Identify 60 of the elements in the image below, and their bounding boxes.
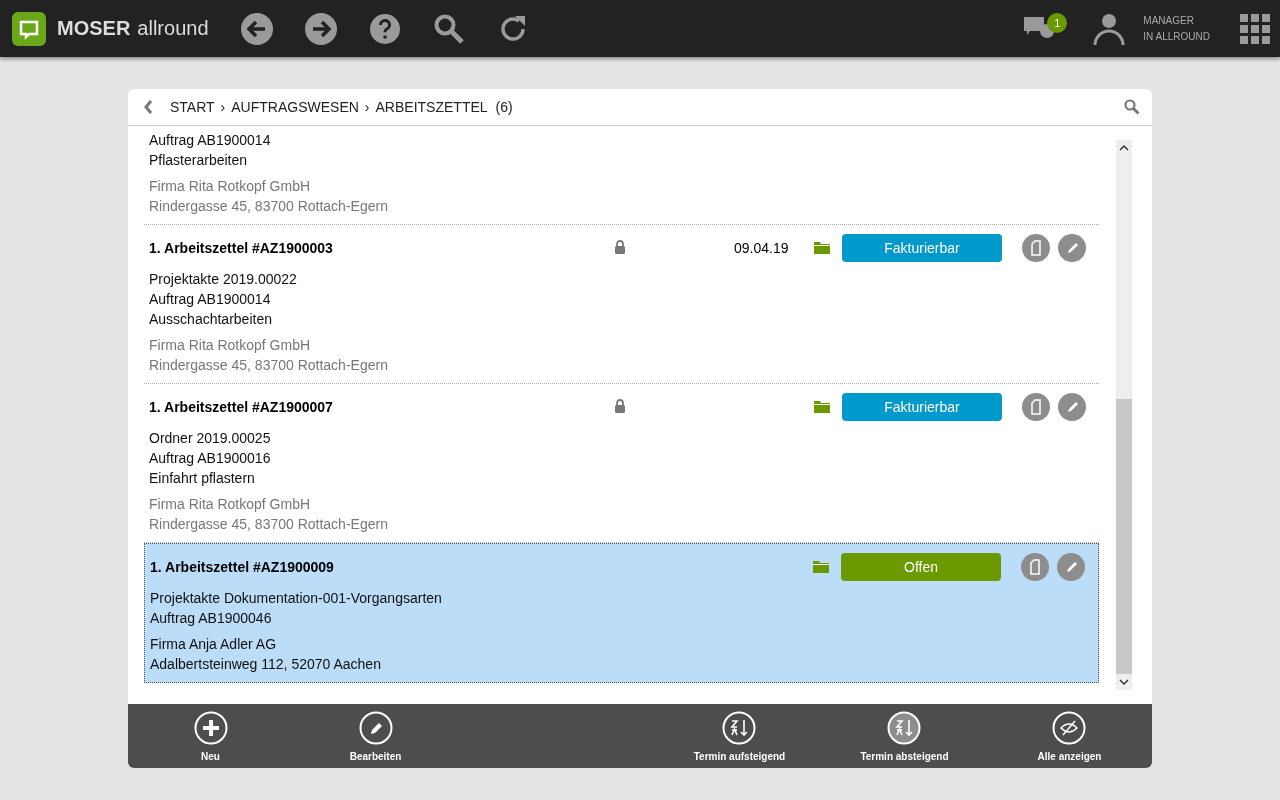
sort-ascending-button[interactable]: Termin aufsteigend bbox=[656, 709, 822, 763]
folder-icon[interactable] bbox=[813, 561, 829, 573]
entry-date: 09.04.19 bbox=[734, 240, 789, 256]
logo-icon bbox=[11, 10, 47, 47]
company-address: Rindergasse 45, 83700 Rottach-Egern bbox=[149, 197, 389, 216]
pencil-edit-icon[interactable] bbox=[1057, 553, 1085, 581]
entry-title: 1. Arbeitszettel #AZ1900007 bbox=[149, 399, 334, 415]
scrollbar[interactable] bbox=[1116, 140, 1132, 690]
copy-document-icon[interactable] bbox=[1022, 234, 1050, 262]
help-icon[interactable] bbox=[368, 12, 401, 45]
chevron-left-icon[interactable] bbox=[143, 99, 153, 115]
user-company: IN ALLROUND bbox=[1143, 29, 1210, 44]
entry-detail: Ordner 2019.00025 bbox=[149, 429, 272, 448]
new-button[interactable]: Neu bbox=[128, 709, 293, 763]
brand-suffix: allround bbox=[137, 17, 209, 40]
user-role: MANAGER bbox=[1143, 13, 1195, 28]
company-address: Rindergasse 45, 83700 Rottach-Egern bbox=[149, 356, 389, 375]
company-address: Adalbertsteinweg 112, 52070 Aachen bbox=[150, 655, 382, 674]
list-entry[interactable]: 1. Arbeitszettel #AZ1900003 09.04.19 Fakturierbar Projektakte 2019.00022 Auftrag AB1900014 Ausschachtarbeiten Firma Rita Rotkopf GmbH Rindergasse 45, 83700 Rottach-Egern bbox=[144, 225, 1099, 384]
entry-detail: Einfahrt pflastern bbox=[149, 469, 256, 488]
edit-button[interactable]: Bearbeiten bbox=[293, 709, 459, 763]
copy-document-icon[interactable] bbox=[1021, 553, 1049, 581]
company-name: Firma Rita Rotkopf GmbH bbox=[149, 336, 312, 355]
company-name: Firma Anja Adler AG bbox=[150, 635, 278, 654]
user-silhouette-icon[interactable] bbox=[1093, 11, 1126, 46]
company-name: Firma Rita Rotkopf GmbH bbox=[149, 495, 312, 514]
entry-detail: Pflasterarbeiten bbox=[149, 151, 249, 170]
entry-detail: Projektakte 2019.00022 bbox=[149, 270, 298, 289]
entry-detail: Auftrag AB1900014 bbox=[149, 131, 272, 150]
copy-document-icon[interactable] bbox=[1022, 393, 1050, 421]
company-address: Rindergasse 45, 83700 Rottach-Egern bbox=[149, 515, 389, 534]
list-entry[interactable]: Auftrag AB1900014 Pflasterarbeiten Firma Rita Rotkopf GmbH Rindergasse 45, 83700 Rottach-Egern bbox=[144, 126, 1099, 225]
breadcrumb-separator: › bbox=[364, 99, 370, 115]
sort-descending-button[interactable]: Termin absteigend bbox=[821, 709, 987, 763]
scroll-down-icon[interactable] bbox=[1119, 678, 1129, 686]
entry-title: 1. Arbeitszettel #AZ1900009 bbox=[150, 559, 335, 575]
folder-icon[interactable] bbox=[814, 401, 830, 413]
entry-detail: Ausschachtarbeiten bbox=[149, 310, 273, 329]
breadcrumb-separator: › bbox=[220, 99, 226, 115]
list-entry[interactable]: 1. Arbeitszettel #AZ1900009 Offen Projektakte Dokumentation-001-Vorgangsarten Auftrag AB1900046 Firma Anja Adler AG Adalbertsteinweg 112, 52070 Aachen bbox=[144, 543, 1099, 683]
scroll-up-icon[interactable] bbox=[1119, 144, 1129, 152]
breadcrumb-link[interactable]: START bbox=[170, 99, 215, 115]
breadcrumb-link[interactable]: AUFTRAGSWESEN bbox=[231, 99, 359, 115]
entry-detail: Auftrag AB1900016 bbox=[149, 449, 272, 468]
app-grid-icon[interactable] bbox=[1240, 13, 1270, 44]
pencil-edit-icon[interactable] bbox=[1058, 234, 1086, 262]
entry-title: 1. Arbeitszettel #AZ1900003 bbox=[149, 240, 334, 256]
entry-detail: Auftrag AB1900046 bbox=[150, 609, 273, 628]
brand-name: MOSER bbox=[57, 17, 131, 40]
entry-detail: Projektakte Dokumentation-001-Vorgangsarten bbox=[150, 589, 443, 608]
search-icon[interactable] bbox=[1124, 99, 1140, 115]
folder-icon[interactable] bbox=[814, 242, 830, 254]
company-name: Firma Rita Rotkopf GmbH bbox=[149, 177, 312, 196]
item-count: (6) bbox=[495, 99, 513, 115]
show-all-button[interactable]: Alle anzeigen bbox=[987, 709, 1152, 763]
breadcrumb-link[interactable]: ARBEITSZETTEL bbox=[375, 99, 488, 115]
message-count-badge: 1 bbox=[1047, 12, 1068, 33]
entry-detail: Auftrag AB1900014 bbox=[149, 290, 272, 309]
search-icon[interactable] bbox=[432, 12, 465, 45]
pencil-edit-icon[interactable] bbox=[1058, 393, 1086, 421]
